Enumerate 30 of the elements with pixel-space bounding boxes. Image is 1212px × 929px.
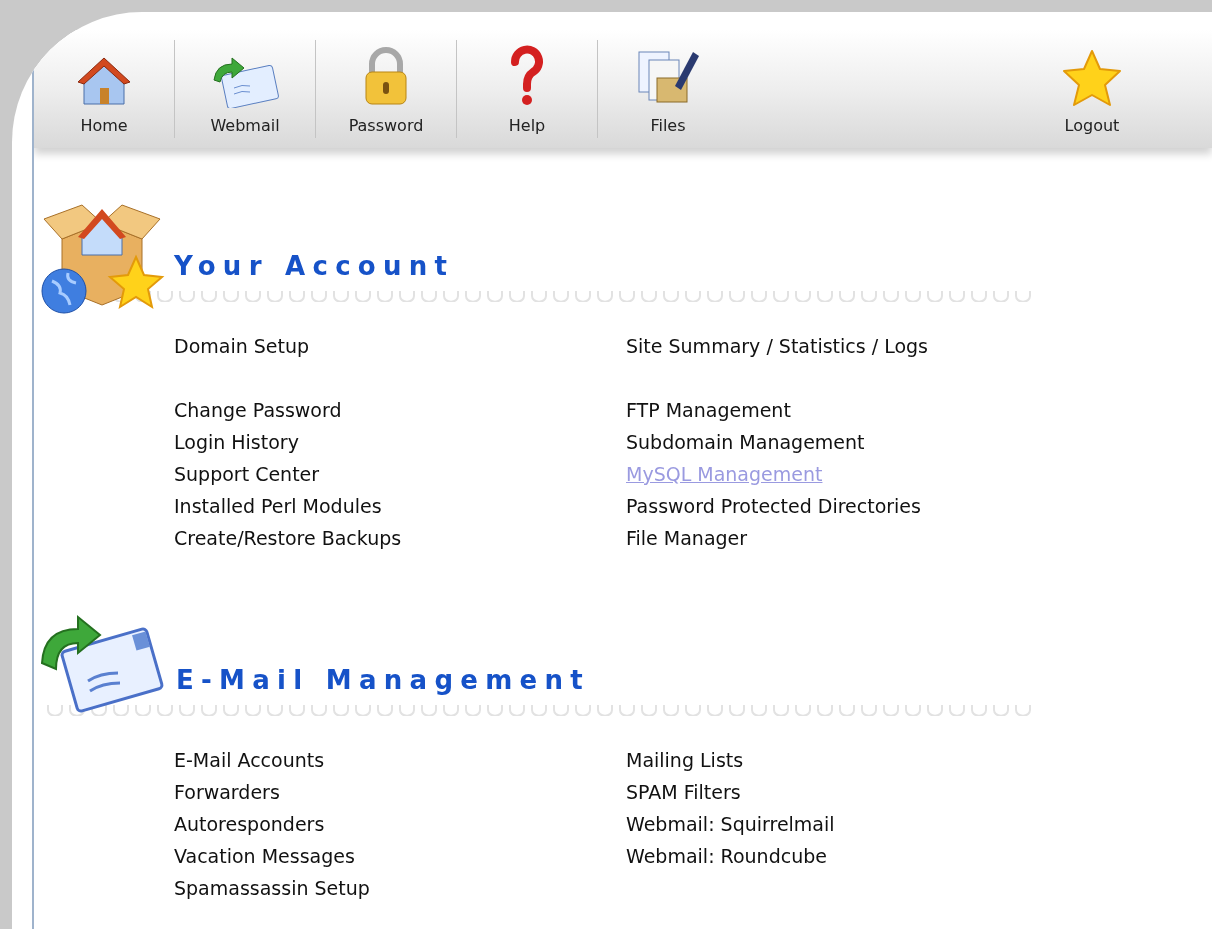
menu-link[interactable]: Domain Setup: [174, 330, 310, 362]
section-heading: E-Mail Management: [176, 664, 590, 697]
menu-link[interactable]: Login History: [174, 426, 299, 458]
menu-link[interactable]: Webmail: Squirrelmail: [626, 808, 835, 840]
menu-link[interactable]: Password Protected Directories: [626, 490, 921, 522]
menu-link[interactable]: Vacation Messages: [174, 840, 355, 872]
menu-link[interactable]: Change Password: [174, 394, 342, 426]
section-heading: Your Account: [174, 250, 455, 283]
toolbar-button[interactable]: Help: [457, 30, 597, 148]
envelope-arrow-icon: [210, 56, 280, 108]
menu-link[interactable]: E-Mail Accounts: [174, 744, 325, 776]
menu-link[interactable]: Spamassassin Setup: [174, 872, 370, 904]
menu-link[interactable]: Forwarders: [174, 776, 280, 808]
toolbar-button[interactable]: Password: [316, 30, 456, 148]
menu-link[interactable]: Subdomain Management: [626, 426, 865, 458]
menu-link[interactable]: Mailing Lists: [626, 744, 744, 776]
menu-link[interactable]: Webmail: Roundcube: [626, 840, 827, 872]
menu-link[interactable]: File Manager: [626, 522, 748, 554]
menu-link[interactable]: Installed Perl Modules: [174, 490, 382, 522]
toolbar-button[interactable]: Webmail: [175, 30, 315, 148]
toolbar-button[interactable]: Logout: [1022, 30, 1162, 148]
menu-link[interactable]: Support Center: [174, 458, 320, 490]
menu-link[interactable]: FTP Management: [626, 394, 791, 426]
menu-link[interactable]: Site Summary / Statistics / Logs: [626, 330, 928, 362]
menu-link[interactable]: SPAM Filters: [626, 776, 741, 808]
toolbar-button[interactable]: Files: [598, 30, 738, 148]
menu-link[interactable]: Autoresponders: [174, 808, 325, 840]
menu-link[interactable]: Create/Restore Backups: [174, 522, 402, 554]
star-icon: [1061, 48, 1123, 108]
toolbar-button[interactable]: Home: [34, 30, 174, 148]
